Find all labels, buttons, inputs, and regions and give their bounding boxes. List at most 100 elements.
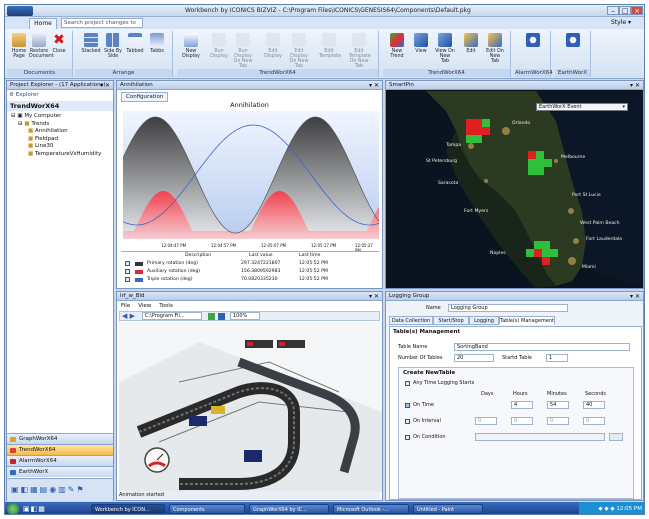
condition-browse-button[interactable]: [609, 433, 623, 441]
back-icon[interactable]: ◀ ▶: [122, 312, 135, 321]
style-menu[interactable]: Style ▾: [611, 18, 631, 28]
trend-tab-header: Annihilation ▾ ✕: [117, 81, 382, 90]
close-icon[interactable]: ▾ ✕: [630, 292, 640, 301]
close-icon[interactable]: ▾ ✕: [369, 292, 379, 301]
legend-row[interactable]: Auxiliary rotation (deg) 156.3809592983 12…: [125, 269, 375, 275]
tab-smartpin[interactable]: SmartPin: [389, 82, 414, 88]
run-display-button[interactable]: Run Display: [209, 33, 229, 67]
on-interval-minutes[interactable]: 0: [547, 417, 569, 425]
task-paint[interactable]: Untitled - Paint: [413, 504, 483, 514]
edit-display-button[interactable]: Edit Display: [263, 33, 283, 67]
menu-tools[interactable]: Tools: [159, 303, 173, 309]
any-time-checkbox[interactable]: [405, 381, 410, 386]
on-time-hours[interactable]: 4: [511, 401, 533, 409]
go-icon[interactable]: [208, 313, 215, 320]
ribbon-group-alarmworx: AlarmWorX64: [515, 31, 553, 77]
refresh-icon[interactable]: [218, 313, 225, 320]
task-workbench[interactable]: Workbench by ICON...: [91, 504, 165, 514]
edit-template-button[interactable]: Edit Template: [319, 33, 341, 67]
new-display-button[interactable]: New Display: [181, 33, 201, 67]
alarmworx-button[interactable]: [523, 33, 543, 67]
tab-start-stop[interactable]: Start/Stop: [433, 316, 469, 325]
new-trend-button[interactable]: New Trend: [387, 33, 407, 67]
side-by-side-button[interactable]: Side By Side: [103, 33, 123, 67]
tray-icons[interactable]: ◆ ◆ ◆: [598, 506, 616, 512]
city-label: Fort Myers: [464, 209, 489, 214]
explorer-toolbar[interactable]: ⚙ Explorer: [9, 91, 39, 100]
zoom-select[interactable]: 100%: [230, 312, 260, 320]
close-icon[interactable]: ▾ ✕: [630, 81, 640, 90]
on-condition-expression[interactable]: [475, 433, 605, 441]
edit-button[interactable]: Edit: [461, 33, 481, 67]
legend-row[interactable]: Primary rotation (deg) 297.3247221807 12:0…: [125, 261, 375, 267]
task-components[interactable]: Components: [169, 504, 245, 514]
app-logo[interactable]: [7, 6, 33, 16]
tree-item-fieldpad[interactable]: ■ Fieldpad: [11, 136, 101, 144]
tab-tables-management[interactable]: Table(s) Management: [499, 316, 555, 325]
task-graphworx[interactable]: GraphWorX64 by IC...: [249, 504, 329, 514]
conveyor-graphic[interactable]: [119, 322, 382, 492]
home-page-button[interactable]: Home Page: [9, 33, 29, 67]
quick-launch-icons[interactable]: ▣◧▦: [23, 505, 46, 513]
tab-home[interactable]: Home: [29, 18, 57, 29]
tab-logging-group[interactable]: Logging Group: [389, 293, 429, 299]
edit-display-new-tab-button[interactable]: Edit Display On New Tab: [289, 33, 309, 69]
name-field[interactable]: Logging Group: [448, 304, 568, 312]
pin-icon[interactable]: ▾ ✕: [100, 81, 110, 90]
tab-logging[interactable]: Logging: [469, 316, 499, 325]
tree-item-annihilation[interactable]: ■ Annihilation: [11, 128, 101, 136]
series-checkbox[interactable]: [125, 277, 130, 282]
edit-template-new-tab-button[interactable]: Edit Template On New Tab: [349, 33, 371, 69]
start-table-stepper[interactable]: 1: [546, 354, 568, 362]
earthworx-button[interactable]: [563, 33, 583, 67]
on-interval-checkbox[interactable]: [405, 419, 410, 424]
restore-document-button[interactable]: Restore Document: [29, 33, 54, 67]
tree-item-temperature[interactable]: ■ TemperatureVsHumidity: [11, 151, 101, 159]
nav-graphworx[interactable]: GraphWorX64: [7, 433, 113, 444]
on-interval-days[interactable]: 0: [475, 417, 497, 425]
close-window-button[interactable]: ×: [631, 6, 643, 15]
nav-trendworx[interactable]: TrendWorX64: [7, 444, 113, 455]
table-name-field[interactable]: SortingBand: [454, 343, 630, 351]
tab-lrf-w-bld[interactable]: lrf_w_Bld: [120, 293, 145, 299]
city-label: Melbourne: [561, 155, 586, 160]
legend-row[interactable]: Triple rotation (deg) 70.0820335230 12:05:…: [125, 277, 375, 283]
nav-alarmworx[interactable]: AlarmWorX64: [7, 455, 113, 466]
menu-view[interactable]: View: [138, 303, 151, 309]
map-event-dropdown[interactable]: EarthWorX Event ▾: [536, 103, 628, 111]
menu-file[interactable]: File: [121, 303, 130, 309]
series-checkbox[interactable]: [125, 261, 130, 266]
stacked-button[interactable]: Stacked: [81, 33, 101, 67]
maximize-button[interactable]: □: [619, 6, 631, 15]
tabbed-button[interactable]: Tabbed: [125, 33, 145, 67]
nav-earthworx[interactable]: EarthWorX: [7, 466, 113, 477]
tab-annihilation[interactable]: Annihilation: [120, 82, 153, 88]
tree-item-trends[interactable]: ⊟ ■ Trends: [11, 121, 101, 129]
search-input[interactable]: Search project changes to file: [61, 18, 143, 35]
on-condition-checkbox[interactable]: [405, 435, 410, 440]
series-checkbox[interactable]: [125, 269, 130, 274]
on-time-checkbox[interactable]: [405, 403, 410, 408]
trend-plot[interactable]: [123, 111, 379, 243]
view-new-tab-button[interactable]: View On New Tab: [435, 33, 455, 67]
tree-item-my-computer[interactable]: ⊟ ▣ My Computer: [11, 113, 101, 121]
edit-new-tab-button[interactable]: Edit On New Tab: [485, 33, 505, 67]
on-interval-hours[interactable]: 0: [511, 417, 533, 425]
path-input[interactable]: C:\Program Fil...: [142, 312, 202, 320]
task-outlook[interactable]: Microsoft Outlook -...: [333, 504, 409, 514]
minimize-button[interactable]: –: [607, 6, 619, 15]
on-time-minutes[interactable]: 54: [547, 401, 569, 409]
run-display-new-tab-button[interactable]: Run Display On New Tab: [233, 33, 253, 69]
on-time-seconds[interactable]: 40: [583, 401, 605, 409]
close-icon[interactable]: ▾ ✕: [369, 81, 379, 90]
nav-shortcut-icons[interactable]: ▣◧▦▤◉▥✎⚑: [11, 485, 86, 494]
on-interval-seconds[interactable]: 0: [583, 417, 605, 425]
num-tables-stepper[interactable]: 20: [454, 354, 494, 362]
tree-item-line30[interactable]: ■ Line30: [11, 143, 101, 151]
close-document-button[interactable]: ✖ Close: [49, 33, 69, 67]
view-button[interactable]: View: [411, 33, 431, 67]
tabbs-button[interactable]: Tabbs: [147, 33, 167, 67]
tab-data-collection[interactable]: Data Collection: [389, 316, 433, 325]
table-name-label: Table Name: [398, 344, 428, 350]
start-button[interactable]: [7, 503, 19, 514]
